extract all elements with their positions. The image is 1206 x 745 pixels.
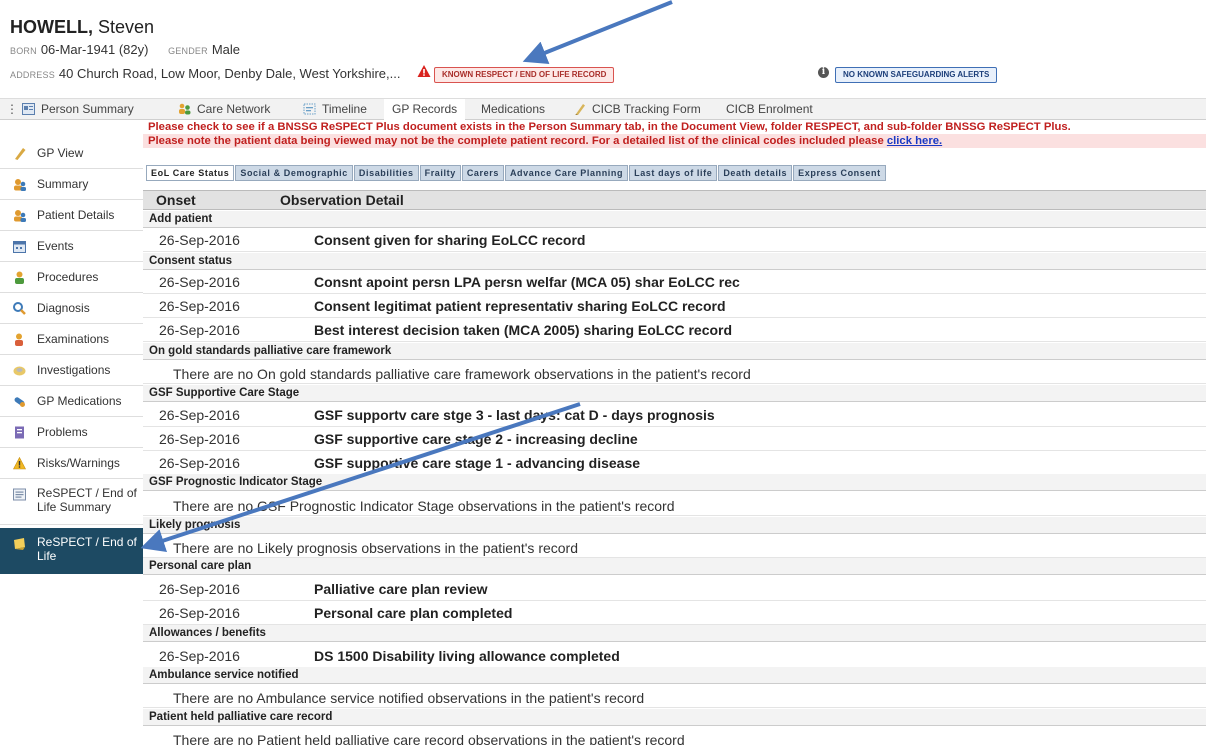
investigations-icon [13, 366, 26, 376]
table-row[interactable]: 26-Sep-2016 GSF supportv care stge 3 - la… [143, 404, 1206, 427]
click-here-link[interactable]: click here. [887, 135, 942, 147]
empty-row: There are no Ambulance service notified … [143, 688, 1206, 708]
patient-details-icon [14, 210, 26, 222]
sidebar-item-patient-details[interactable]: Patient Details [0, 200, 143, 231]
subtab-disabilities[interactable]: Disabilities [353, 165, 419, 181]
column-header-observation-detail[interactable]: Observation Detail [280, 192, 404, 208]
empty-row: There are no Likely prognosis observatio… [143, 538, 1206, 558]
table-row[interactable]: 26-Sep-2016 Palliative care plan review [143, 578, 1206, 601]
group-header: Personal care plan [143, 558, 1206, 575]
tab-timeline[interactable]: Timeline [303, 99, 367, 120]
group-header: Patient held palliative care record [143, 709, 1206, 726]
tab-person-summary[interactable]: Person Summary [22, 99, 134, 120]
examinations-icon [15, 333, 23, 346]
record-tabs: ⋮ Person Summary Care Network Timeline G… [0, 98, 1206, 120]
subtab-eol-care-status[interactable]: EoL Care Status [146, 165, 235, 181]
subtab-advance-care-planning[interactable]: Advance Care Planning [504, 165, 629, 181]
subtab-carers[interactable]: Carers [461, 165, 504, 181]
respect-check-notice: Please check to see if a BNSSG ReSPECT P… [148, 121, 1071, 133]
timeline-icon [303, 103, 316, 115]
tab-gp-records[interactable]: GP Records [384, 99, 466, 120]
subtab-express-consent[interactable]: Express Consent [793, 165, 886, 181]
problems-icon [15, 426, 24, 439]
summary-icon [14, 179, 26, 191]
sidebar-item-summary[interactable]: Summary [0, 169, 143, 200]
group-header: Likely prognosis [143, 517, 1206, 534]
tab-cicb-tracking-form[interactable]: CICB Tracking Form [573, 99, 701, 120]
empty-row: There are no Patient held palliative car… [143, 730, 1206, 745]
table-row[interactable]: 26-Sep-2016 Personal care plan completed [143, 602, 1206, 625]
sidebar-item-examinations[interactable]: Examinations [0, 324, 143, 355]
tab-care-network[interactable]: Care Network [178, 99, 270, 120]
sidebar-item-gp-medications[interactable]: GP Medications [0, 386, 143, 417]
table-row[interactable]: 26-Sep-2016 Consent given for sharing EoL… [143, 229, 1206, 252]
table-row[interactable]: 26-Sep-2016 Consnt apoint persn LPA persn… [143, 271, 1206, 294]
gp-view-icon [15, 148, 26, 160]
tab-cicb-enrolment[interactable]: CICB Enrolment [726, 99, 813, 120]
procedures-icon [15, 271, 24, 284]
table-row[interactable]: 26-Sep-2016 Consent legitimat patient rep… [143, 295, 1206, 318]
sidebar-item-investigations[interactable]: Investigations [0, 355, 143, 386]
info-icon: i [818, 67, 829, 78]
sidebar-item-respect-summary[interactable]: ReSPECT / End of Life Summary [0, 479, 143, 525]
group-header: Add patient [143, 211, 1206, 228]
born-value: 06-Mar-1941 (82y) [40, 42, 149, 57]
form-icon [575, 104, 585, 115]
incomplete-record-notice: Please note the patient data being viewe… [143, 134, 1206, 148]
table-row[interactable]: 26-Sep-2016 GSF supportive care stage 1 -… [143, 452, 1206, 475]
warning-icon [417, 65, 431, 77]
sidebar-item-diagnosis[interactable]: Diagnosis [0, 293, 143, 324]
respect-summary-icon [13, 488, 26, 501]
group-header: Allowances / benefits [143, 625, 1206, 642]
table-row[interactable]: 26-Sep-2016 GSF supportive care stage 2 -… [143, 428, 1206, 451]
sidebar-item-gp-view[interactable]: GP View [0, 138, 143, 169]
tab-medications[interactable]: Medications [481, 99, 545, 120]
care-network-icon [179, 103, 191, 115]
table-row[interactable]: 26-Sep-2016 Best interest decision taken … [143, 319, 1206, 342]
table-header: Onset Observation Detail [143, 190, 1206, 210]
patient-demographics: BORN 06-Mar-1941 (82y) GENDER Male [10, 42, 240, 57]
patient-address: ADDRESS 40 Church Road, Low Moor, Denby D… [10, 66, 400, 81]
subtab-last-days-of-life[interactable]: Last days of life [629, 165, 718, 181]
respect-alert-badge[interactable]: KNOWN RESPECT / END OF LIFE RECORD [434, 67, 615, 83]
incomplete-record-text: Please note the patient data being viewe… [148, 135, 884, 147]
group-header: GSF Supportive Care Stage [143, 385, 1206, 402]
sidebar-item-problems[interactable]: Problems [0, 417, 143, 448]
safeguarding-alert-badge[interactable]: NO KNOWN SAFEGUARDING ALERTS [835, 67, 998, 83]
eol-subtabs: EoL Care Status Social & Demographic Disab… [146, 165, 887, 182]
person-summary-icon [22, 103, 35, 115]
sidebar-item-events[interactable]: Events [0, 231, 143, 262]
sidebar-item-respect-end-of-life[interactable]: ReSPECT / End of Life [0, 528, 143, 574]
address-value: 40 Church Road, Low Moor, Denby Dale, We… [58, 66, 401, 81]
group-header: Ambulance service notified [143, 667, 1206, 684]
subtab-frailty[interactable]: Frailty [419, 165, 461, 181]
sidebar-item-procedures[interactable]: Procedures [0, 262, 143, 293]
diagnosis-icon [13, 302, 26, 315]
empty-row: There are no On gold standards palliativ… [143, 364, 1206, 384]
subtab-death-details[interactable]: Death details [718, 165, 793, 181]
patient-banner: HOWELL, Steven BORN 06-Mar-1941 (82y) GEN… [0, 0, 1206, 92]
table-row[interactable]: 26-Sep-2016 DS 1500 Disability living all… [143, 645, 1206, 668]
menu-grip-icon[interactable]: ⋮ [6, 99, 18, 120]
respect-icon [14, 538, 25, 550]
events-icon [13, 241, 26, 253]
address-label: ADDRESS [10, 70, 55, 80]
sidebar-item-risks-warnings[interactable]: Risks/Warnings [0, 448, 143, 479]
gender-value: Male [211, 42, 240, 57]
gender-label: GENDER [168, 46, 208, 56]
column-header-onset[interactable]: Onset [156, 192, 196, 208]
gp-medications-icon [14, 397, 25, 407]
warning-icon [13, 457, 26, 470]
group-header: On gold standards palliative care framew… [143, 343, 1206, 360]
empty-row: There are no GSF Prognostic Indicator St… [143, 496, 1206, 516]
group-header: Consent status [143, 253, 1206, 270]
group-header: GSF Prognostic Indicator Stage [143, 474, 1206, 491]
subtab-social-demographic[interactable]: Social & Demographic [235, 165, 353, 181]
born-label: BORN [10, 46, 37, 56]
patient-name: HOWELL, Steven [10, 17, 155, 37]
